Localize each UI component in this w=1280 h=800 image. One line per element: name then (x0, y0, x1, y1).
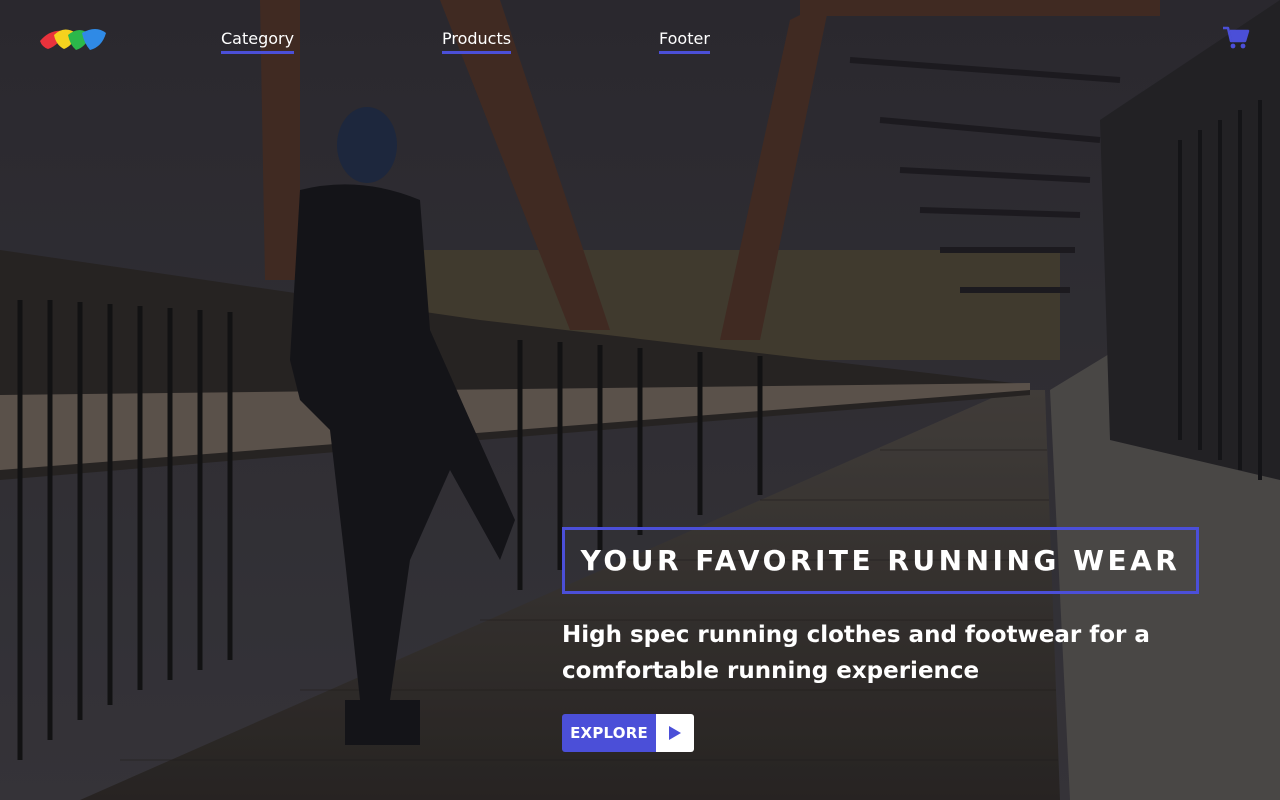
explore-button[interactable]: EXPLORE (562, 714, 694, 752)
explore-button-label: EXPLORE (562, 714, 656, 752)
hero-title: YOUR FAVORITE RUNNING WEAR (580, 544, 1181, 577)
play-icon (656, 714, 694, 752)
logo-icon[interactable] (40, 27, 106, 51)
cart-icon[interactable] (1222, 25, 1250, 51)
nav-link-products[interactable]: Products (442, 29, 512, 54)
hero-title-box: YOUR FAVORITE RUNNING WEAR (562, 527, 1199, 594)
nav-link-footer[interactable]: Footer (659, 29, 710, 54)
nav-link-category[interactable]: Category (221, 29, 295, 54)
hero-subtitle: High spec running clothes and footwear f… (562, 622, 1150, 684)
